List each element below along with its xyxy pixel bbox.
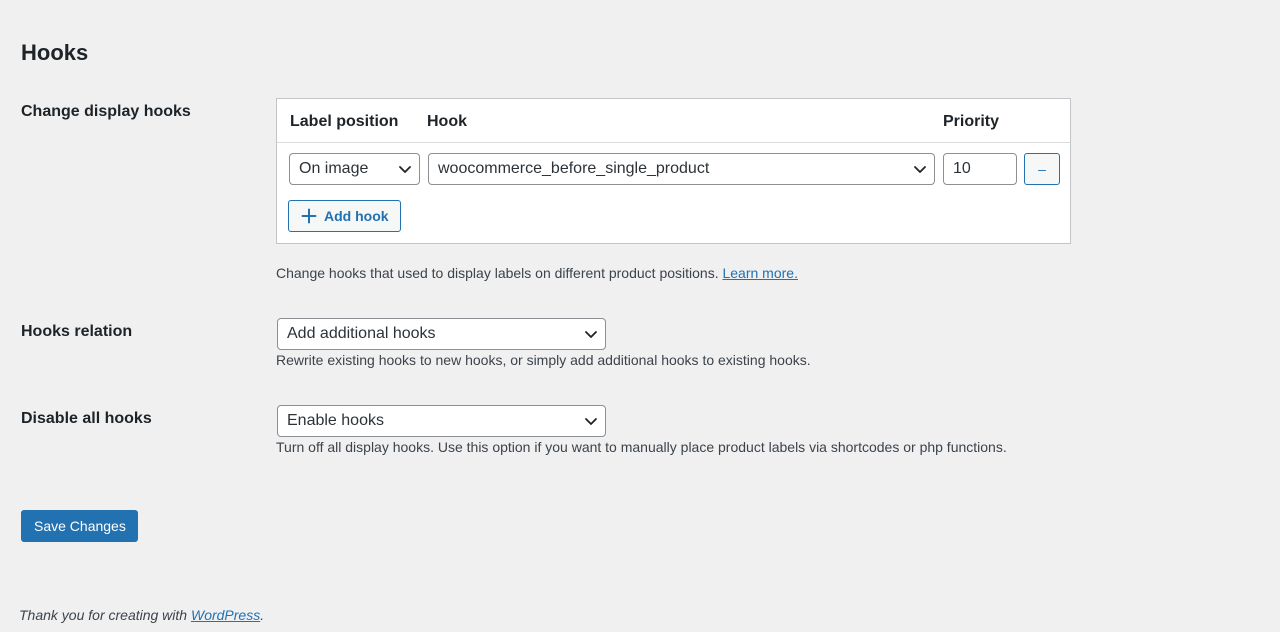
remove-hook-button[interactable]: – xyxy=(1024,153,1060,185)
change-display-hooks-description: Change hooks that used to display labels… xyxy=(276,263,798,283)
hooks-relation-value: Add additional hooks xyxy=(287,325,436,342)
disable-all-hooks-label: Disable all hooks xyxy=(21,410,152,427)
chevron-down-icon xyxy=(399,166,411,173)
change-display-hooks-label: Change display hooks xyxy=(21,103,191,120)
hooks-relation-select[interactable]: Add additional hooks xyxy=(277,318,606,350)
hooks-relation-description: Rewrite existing hooks to new hooks, or … xyxy=(276,352,811,368)
chevron-down-icon xyxy=(914,166,926,173)
label-position-value: On image xyxy=(299,160,369,177)
column-header-priority: Priority xyxy=(943,113,1000,130)
hook-value: woocommerce_before_single_product xyxy=(438,160,710,177)
chevron-down-icon xyxy=(585,331,597,338)
save-changes-button[interactable]: Save Changes xyxy=(21,510,138,542)
wordpress-link[interactable]: WordPress xyxy=(191,607,260,623)
label-position-select[interactable]: On image xyxy=(289,153,420,185)
hooks-relation-label: Hooks relation xyxy=(21,323,133,340)
footer-text: Thank you for creating with WordPress. xyxy=(19,605,264,625)
page-title: Hooks xyxy=(21,40,89,65)
priority-input[interactable]: 10 xyxy=(943,153,1017,185)
footer-thanks: Thank you for creating with xyxy=(19,607,191,623)
column-header-hook: Hook xyxy=(427,113,467,130)
description-text: Change hooks that used to display labels… xyxy=(276,265,719,281)
chevron-down-icon xyxy=(585,418,597,425)
add-hook-label: Add hook xyxy=(324,208,389,224)
disable-all-hooks-value: Enable hooks xyxy=(287,412,384,429)
hook-select[interactable]: woocommerce_before_single_product xyxy=(428,153,935,185)
plus-icon xyxy=(301,208,317,224)
disable-all-hooks-select[interactable]: Enable hooks xyxy=(277,405,606,437)
add-hook-button[interactable]: Add hook xyxy=(288,200,401,232)
learn-more-link[interactable]: Learn more. xyxy=(722,265,797,281)
disable-all-hooks-description: Turn off all display hooks. Use this opt… xyxy=(276,439,1007,455)
table-header-divider xyxy=(277,142,1070,143)
hooks-table: Label position Hook Priority On image wo… xyxy=(276,98,1071,244)
column-header-label-position: Label position xyxy=(290,113,399,130)
footer-end: . xyxy=(260,607,265,623)
